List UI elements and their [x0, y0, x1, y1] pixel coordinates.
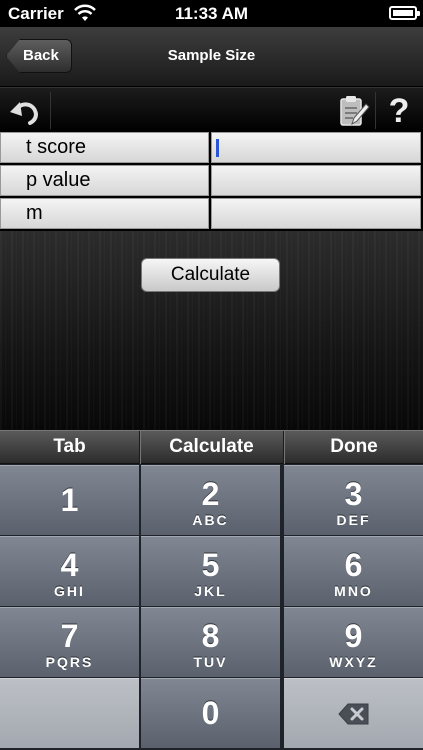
t-score-input[interactable] — [211, 132, 421, 163]
numeric-keypad: 1 2 ABC 3 DEF 4 GHI 5 JKL 6 MNO 7 PQRS 8… — [0, 464, 423, 750]
back-button[interactable]: Back — [6, 39, 72, 73]
key-0[interactable]: 0 — [141, 678, 280, 748]
key-3[interactable]: 3 DEF — [284, 465, 423, 535]
done-button[interactable]: Done — [285, 431, 423, 464]
clipboard-edit-icon[interactable] — [338, 94, 370, 128]
input-form: t score p value m — [0, 132, 423, 231]
status-time: 11:33 AM — [174, 4, 249, 23]
delete-key[interactable] — [284, 678, 423, 748]
key-digit: 9 — [344, 618, 363, 654]
key-letters: JKL — [194, 583, 227, 599]
key-9[interactable]: 9 WXYZ — [284, 607, 423, 677]
key-digit: 1 — [60, 482, 79, 518]
key-6[interactable]: 6 MNO — [284, 536, 423, 606]
key-1[interactable]: 1 — [0, 465, 139, 535]
key-digit: 4 — [60, 547, 79, 583]
text-caret — [216, 139, 219, 158]
key-letters: WXYZ — [329, 654, 378, 670]
key-letters: MNO — [334, 583, 373, 599]
toolbar-divider — [375, 92, 376, 129]
blank-key — [0, 678, 139, 748]
key-letters: ABC — [192, 512, 229, 528]
toolbar: ? — [0, 87, 423, 132]
key-letters: GHI — [54, 583, 85, 599]
key-letters: DEF — [336, 512, 371, 528]
content-area: Calculate — [0, 231, 423, 430]
form-row-t-score: t score — [0, 132, 423, 165]
key-8[interactable]: 8 TUV — [141, 607, 280, 677]
key-letters: TUV — [193, 654, 228, 670]
m-input[interactable] — [211, 198, 421, 229]
undo-icon[interactable] — [8, 96, 42, 126]
field-label: t score — [0, 132, 209, 163]
key-digit: 8 — [201, 618, 220, 654]
key-5[interactable]: 5 JKL — [141, 536, 280, 606]
key-letters: PQRS — [45, 654, 94, 670]
navigation-bar: Sample Size Back — [0, 27, 423, 87]
keyboard-accessory-bar: Tab Calculate Done — [0, 430, 423, 464]
field-label: m — [0, 198, 209, 229]
field-label: p value — [0, 165, 209, 196]
tab-button[interactable]: Tab — [0, 431, 139, 464]
status-bar: Carrier 11:33 AM — [0, 0, 423, 27]
key-4[interactable]: 4 GHI — [0, 536, 139, 606]
key-digit: 5 — [201, 547, 220, 583]
toolbar-divider — [50, 92, 51, 129]
accessory-divider — [283, 431, 284, 464]
p-value-input[interactable] — [211, 165, 421, 196]
key-digit: 6 — [344, 547, 363, 583]
form-row-m: m — [0, 198, 423, 231]
form-row-p-value: p value — [0, 165, 423, 198]
calculate-button[interactable]: Calculate — [141, 258, 280, 292]
help-button[interactable]: ? — [384, 92, 414, 130]
key-digit: 2 — [201, 476, 220, 512]
key-7[interactable]: 7 PQRS — [0, 607, 139, 677]
key-2[interactable]: 2 ABC — [141, 465, 280, 535]
key-digit: 7 — [60, 618, 79, 654]
backspace-icon — [338, 703, 369, 725]
accessory-calculate-button[interactable]: Calculate — [141, 431, 282, 464]
accessory-divider — [139, 431, 140, 464]
key-digit: 3 — [344, 476, 363, 512]
key-digit: 0 — [201, 695, 220, 731]
battery-icon — [389, 6, 420, 20]
